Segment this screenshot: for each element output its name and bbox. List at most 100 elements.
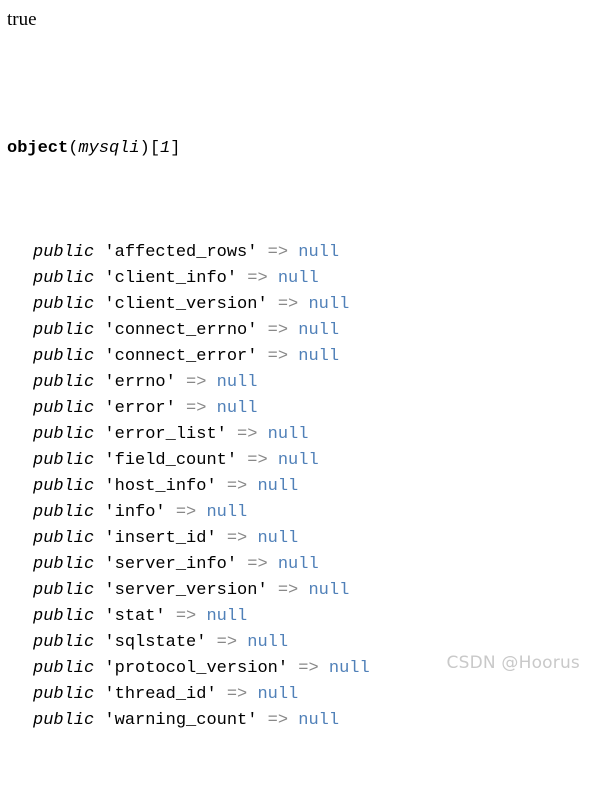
property-visibility: public [33,243,95,262]
assignment-arrow: => [216,633,238,652]
property-name: 'errno' [104,373,176,392]
property-value: null [308,581,350,600]
property-value: null [298,321,340,340]
property-visibility: public [33,503,95,522]
property-row: public 'error_list' => null [7,422,370,448]
property-value: null [206,503,248,522]
assignment-arrow: => [267,347,289,366]
property-row: public 'insert_id' => null [7,526,370,552]
property-visibility: public [33,633,95,652]
property-visibility: public [33,711,95,730]
property-name: 'stat' [104,607,166,626]
property-visibility: public [33,425,95,444]
property-name: 'sqlstate' [104,633,207,652]
property-value: null [328,659,370,678]
assignment-arrow: => [267,243,289,262]
property-row: public 'affected_rows' => null [7,240,370,266]
close-paren: ) [139,139,150,158]
property-value: null [277,269,319,288]
property-visibility: public [33,685,95,704]
object-id: 1 [160,139,171,158]
property-row: public 'errno' => null [7,370,370,396]
property-name: 'field_count' [104,451,238,470]
property-visibility: public [33,529,95,548]
property-name: 'host_info' [104,477,217,496]
object-header-line: object(mysqli)[1] [7,136,370,162]
assignment-arrow: => [237,425,258,444]
property-name: 'error_list' [104,425,227,444]
property-name: 'thread_id' [104,685,217,704]
assignment-arrow: => [186,373,207,392]
property-list: public 'affected_rows' => null public 'cl… [7,240,370,734]
assignment-arrow: => [186,399,207,418]
open-bracket: [ [149,139,161,158]
property-visibility: public [33,373,95,392]
property-name: 'error' [104,399,176,418]
property-name: 'client_version' [104,295,268,314]
property-value: null [277,451,319,470]
open-paren: ( [68,139,79,158]
property-name: 'server_info' [104,555,238,574]
property-visibility: public [33,347,95,366]
assignment-arrow: => [277,295,299,314]
var-dump-block: object(mysqli)[1] public 'affected_rows'… [7,58,370,786]
assignment-arrow: => [298,659,319,678]
close-bracket: ] [170,139,181,158]
property-value: null [308,295,350,314]
property-name: 'connect_error' [104,347,258,366]
property-value: null [216,399,258,418]
property-row: public 'client_info' => null [7,266,370,292]
property-row: public 'warning_count' => null [7,708,370,734]
property-value: null [298,347,340,366]
property-name: 'server_version' [104,581,268,600]
assignment-arrow: => [247,555,268,574]
object-keyword: object [7,139,69,158]
property-row: public 'info' => null [7,500,370,526]
property-name: 'info' [104,503,166,522]
assignment-arrow: => [267,321,289,340]
property-row: public 'error' => null [7,396,370,422]
property-row: public 'server_info' => null [7,552,370,578]
property-row: public 'host_info' => null [7,474,370,500]
property-row: public 'thread_id' => null [7,682,370,708]
property-row: public 'connect_error' => null [7,344,370,370]
property-value: null [298,243,340,262]
property-value: null [277,555,319,574]
property-name: 'connect_errno' [104,321,258,340]
property-value: null [216,373,258,392]
property-visibility: public [33,477,95,496]
property-value: null [257,685,299,704]
property-row: public 'server_version' => null [7,578,370,604]
property-visibility: public [33,269,95,288]
property-visibility: public [33,555,95,574]
property-value: null [247,633,289,652]
assignment-arrow: => [226,529,248,548]
assignment-arrow: => [226,685,248,704]
property-row: public 'connect_errno' => null [7,318,370,344]
csdn-watermark: CSDN @Hoorus [446,653,580,673]
property-value: null [206,607,248,626]
property-row: public 'sqlstate' => null [7,630,370,656]
property-row: public 'client_version' => null [7,292,370,318]
assignment-arrow: => [267,711,289,730]
property-row: public 'protocol_version' => null [7,656,370,682]
property-visibility: public [33,451,95,470]
property-value: null [267,425,309,444]
property-value: null [298,711,340,730]
property-value: null [257,529,299,548]
property-name: 'warning_count' [104,711,258,730]
property-visibility: public [33,321,95,340]
class-name: mysqli [78,139,140,158]
property-name: 'affected_rows' [104,243,258,262]
property-row: public 'stat' => null [7,604,370,630]
assignment-arrow: => [175,503,197,522]
property-visibility: public [33,607,95,626]
property-name: 'client_info' [104,269,238,288]
property-row: public 'field_count' => null [7,448,370,474]
property-value: null [257,477,299,496]
assignment-arrow: => [226,477,248,496]
assignment-arrow: => [175,607,197,626]
assignment-arrow: => [247,451,268,470]
property-visibility: public [33,295,95,314]
property-name: 'protocol_version' [104,659,289,678]
